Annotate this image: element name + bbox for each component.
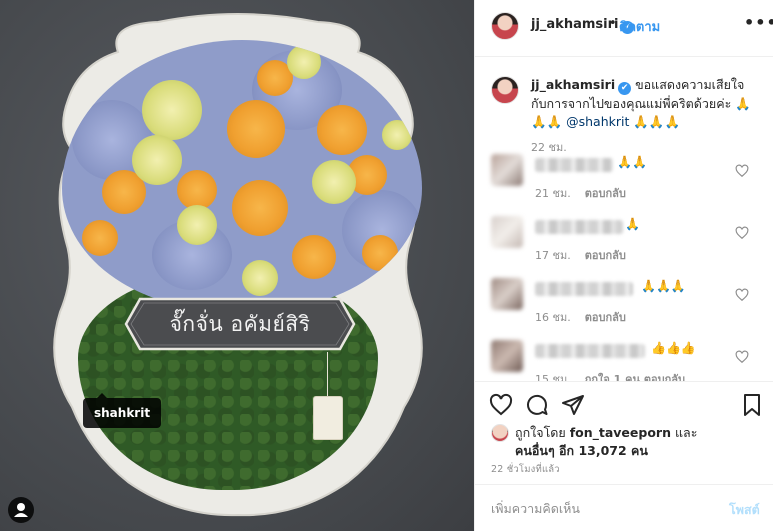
caption-body-end: 🙏🙏🙏 — [629, 114, 681, 129]
comment-text: 🙏🙏🙏 — [641, 279, 686, 293]
comment-heart-icon[interactable] — [735, 164, 749, 178]
action-bar — [475, 381, 773, 425]
comment-meta: 16 ชม. ตอบกลับ — [535, 308, 626, 326]
tag-string — [327, 352, 328, 398]
comment-author-blurred[interactable] — [535, 158, 613, 172]
comment-author-blurred[interactable] — [535, 220, 623, 234]
comment-meta: 15 ชม. ถูกใจ 1 คน ตอบกลับ — [535, 370, 685, 381]
comment-text: 🙏🙏 — [617, 155, 647, 169]
bookmark-icon[interactable] — [740, 393, 764, 417]
caption-avatar[interactable] — [491, 76, 519, 104]
comment-author-blurred[interactable] — [535, 344, 645, 358]
comment-avatar[interactable] — [491, 216, 523, 248]
tagged-people-button[interactable] — [8, 497, 34, 523]
dot-separator: • — [609, 16, 617, 31]
reply-button[interactable]: ตอบกลับ — [585, 311, 626, 324]
post-time-ago[interactable]: 22 ชั่วโมงที่แล้ว — [491, 462, 560, 477]
add-comment-bar: โพสต์ — [475, 484, 773, 531]
comment-time[interactable]: 15 ชม. — [535, 373, 571, 381]
user-tag-shahkrit[interactable]: shahkrit — [83, 393, 162, 428]
comment-avatar[interactable] — [491, 340, 523, 372]
first-liker-link[interactable]: fon_taveeporn — [570, 425, 671, 440]
comment-time[interactable]: 17 ชม. — [535, 249, 571, 262]
comment-text: 🙏 — [625, 217, 640, 231]
comment-item: 🙏🙏 21 ชม. ตอบกลับ — [475, 154, 773, 214]
caption-text: jj_akhamsiri ✔ ขอแสดงความเสียใจกับการจากไ… — [531, 76, 759, 131]
reply-button[interactable]: ตอบกลับ — [585, 187, 626, 200]
comment-time[interactable]: 16 ชม. — [535, 311, 571, 324]
comment-avatar[interactable] — [491, 154, 523, 186]
comment-text: 👍👍👍 — [651, 341, 696, 355]
liker-avatar[interactable] — [491, 424, 509, 442]
reply-button[interactable]: ถูกใจ 1 คน ตอบกลับ — [585, 373, 685, 381]
verified-badge-icon: ✔ — [618, 82, 632, 95]
comment-item: 🙏🙏🙏 16 ชม. ตอบกลับ — [475, 278, 773, 338]
comments-section[interactable]: jj_akhamsiri ✔ ขอแสดงความเสียใจกับการจากไ… — [475, 58, 773, 381]
comment-heart-icon[interactable] — [735, 350, 749, 364]
post-comment-button[interactable]: โพสต์ — [729, 500, 760, 520]
post-photo[interactable]: จั๊กจั่น อคัมย์สิริ shahkrit — [0, 0, 474, 531]
caption-username[interactable]: jj_akhamsiri ✔ — [531, 77, 632, 95]
avatar[interactable] — [491, 12, 519, 40]
gift-tag-card — [313, 396, 343, 440]
follow-button[interactable]: ติดตาม — [619, 16, 660, 37]
comment-meta: 21 ชม. ตอบกลับ — [535, 184, 626, 202]
reply-button[interactable]: ตอบกลับ — [585, 249, 626, 262]
more-options-icon[interactable]: ••• — [744, 13, 773, 32]
add-comment-input[interactable] — [491, 495, 721, 521]
person-icon — [14, 503, 28, 517]
comment-item: 👍👍👍 15 ชม. ถูกใจ 1 คน ตอบกลับ — [475, 340, 773, 381]
sign-name-text: จั๊กจั่น อคัมย์สิริ — [169, 312, 311, 336]
comment-time[interactable]: 21 ชม. — [535, 187, 571, 200]
comment-icon[interactable] — [525, 393, 549, 417]
share-icon[interactable] — [561, 393, 585, 417]
comment-item: 🙏 17 ชม. ตอบกลับ — [475, 216, 773, 276]
likes-and: และ — [671, 425, 698, 440]
comment-author-blurred[interactable] — [535, 282, 633, 296]
mention-link[interactable]: @shahkrit — [566, 114, 629, 129]
likes-text: ถูกใจโดย fon_taveeporn และคนอื่นๆ อีก 13… — [515, 424, 755, 460]
post-header: jj_akhamsiri✔ • ติดตาม ••• — [475, 0, 773, 57]
comment-meta: 17 ชม. ตอบกลับ — [535, 246, 626, 264]
likes-prefix: ถูกใจโดย — [515, 425, 570, 440]
comment-heart-icon[interactable] — [735, 288, 749, 302]
post-side-panel: jj_akhamsiri✔ • ติดตาม ••• jj_akhamsiri✔… — [474, 0, 773, 531]
likes-summary: ถูกใจโดย fon_taveeporn และคนอื่นๆ อีก 13… — [475, 420, 773, 460]
comment-avatar[interactable] — [491, 278, 523, 310]
heart-icon[interactable] — [489, 393, 513, 417]
others-likes-link[interactable]: คนอื่นๆ อีก 13,072 คน — [515, 443, 648, 458]
comment-heart-icon[interactable] — [735, 226, 749, 240]
